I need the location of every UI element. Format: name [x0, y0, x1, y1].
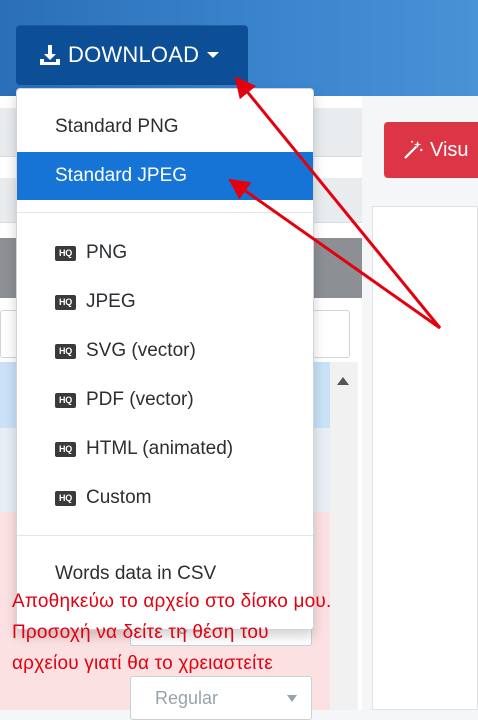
magic-wand-icon [404, 140, 423, 159]
annotation-text: Αποθηκεύω το αρχείο στο δίσκο μου. Προσο… [12, 586, 472, 679]
menu-divider [17, 535, 313, 536]
hq-icon: HQ [55, 392, 76, 408]
menu-item-hq-custom[interactable]: HQ Custom [17, 474, 313, 522]
download-icon [40, 45, 60, 65]
download-label: DOWNLOAD [68, 42, 200, 67]
menu-item-label: PDF (vector) [86, 389, 194, 410]
download-dropdown-menu: Standard PNG Standard JPEG HQ PNG HQ JPE… [16, 88, 314, 630]
hq-icon: HQ [55, 490, 76, 506]
menu-item-hq-svg[interactable]: HQ SVG (vector) [17, 327, 313, 375]
menu-item-label: Standard JPEG [55, 165, 188, 186]
menu-item-label: HTML (animated) [86, 438, 234, 459]
hq-icon: HQ [55, 294, 76, 310]
menu-item-label: SVG (vector) [86, 340, 196, 361]
hq-icon: HQ [55, 343, 76, 359]
menu-item-hq-png[interactable]: HQ PNG [17, 229, 313, 277]
scroll-up-arrow-icon[interactable] [337, 377, 349, 385]
visualize-label: Visu [430, 138, 469, 161]
hq-icon: HQ [55, 245, 76, 261]
menu-item-label: PNG [86, 242, 128, 263]
download-button[interactable]: DOWNLOAD [16, 25, 248, 85]
menu-item-hq-jpeg[interactable]: HQ JPEG [17, 278, 313, 326]
annotation-line: Αποθηκεύω το αρχείο στο δίσκο μου. [12, 591, 332, 612]
menu-item-hq-html[interactable]: HQ HTML (animated) [17, 425, 313, 473]
menu-item-label: Custom [86, 487, 152, 508]
font-weight-value: Regular [155, 687, 219, 708]
menu-item-standard-png[interactable]: Standard PNG [17, 103, 313, 151]
menu-item-label: Words data in CSV [55, 563, 217, 584]
annotation-line: αρχείου γιατί θα το χρειαστείτε [12, 653, 273, 674]
menu-item-label: Standard PNG [55, 116, 179, 137]
annotation-line: Προσοχή να δείτε τη θέση του [12, 622, 269, 643]
menu-item-standard-jpeg[interactable]: Standard JPEG [17, 152, 313, 200]
chevron-down-icon [287, 695, 297, 702]
visualize-button[interactable]: Visu [384, 122, 478, 178]
menu-divider [17, 212, 313, 213]
menu-item-label: JPEG [86, 291, 136, 312]
caret-down-icon [207, 52, 220, 58]
hq-icon: HQ [55, 441, 76, 457]
menu-item-hq-pdf[interactable]: HQ PDF (vector) [17, 376, 313, 424]
font-weight-select[interactable]: Regular [130, 676, 312, 720]
